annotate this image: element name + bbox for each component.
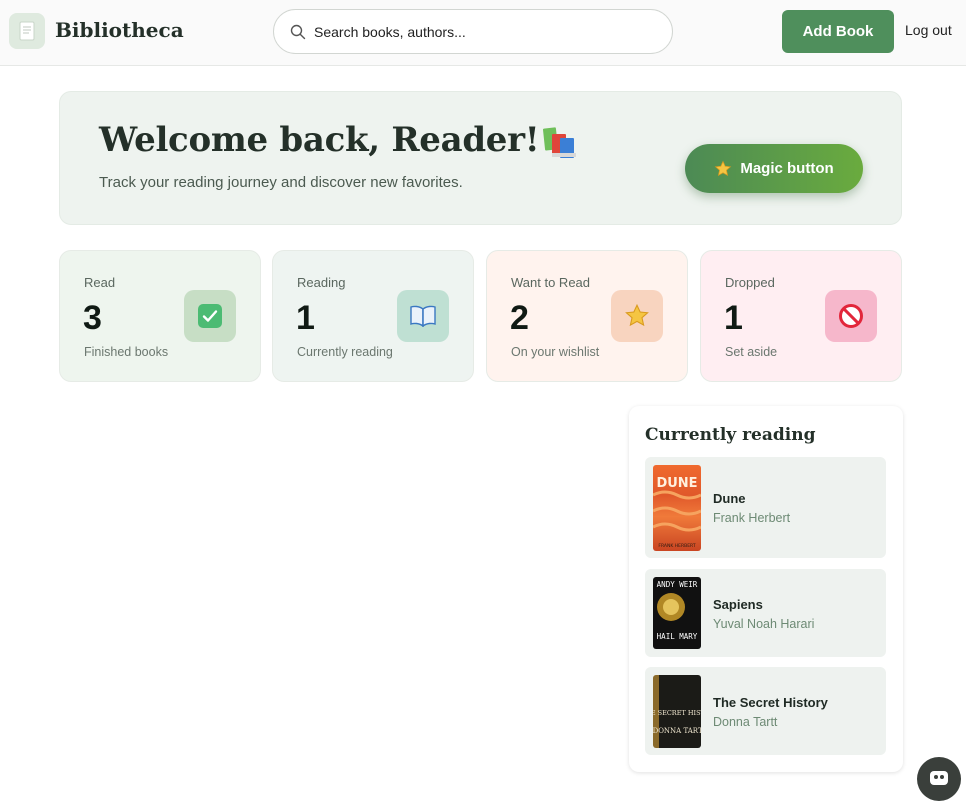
app-title[interactable]: Bibliotheca <box>55 18 184 42</box>
stat-caption: On your wishlist <box>511 345 600 359</box>
stat-card-read[interactable]: Read 3 Finished books <box>59 250 261 382</box>
stat-card-want-to-read[interactable]: Want to Read 2 On your wishlist <box>486 250 688 382</box>
stat-caption: Finished books <box>84 345 169 359</box>
books-icon <box>542 127 576 158</box>
stat-value: 1 <box>296 299 315 337</box>
logo-icon[interactable] <box>9 13 45 49</box>
search-bar[interactable] <box>273 9 673 54</box>
book-cover: THE SECRET HISTORY DONNA TARTT <box>653 675 701 748</box>
cover-title: THE SECRET HISTORY <box>653 709 701 717</box>
chatbot-icon <box>930 771 948 785</box>
logout-link[interactable]: Log out <box>905 22 952 38</box>
stat-label: Dropped <box>725 275 775 290</box>
book-author: Frank Herbert <box>713 511 791 525</box>
stat-caption: Currently reading <box>297 345 393 359</box>
magic-button-label: Magic button <box>740 160 834 177</box>
stat-label: Reading <box>297 275 346 290</box>
stat-label: Read <box>84 275 116 290</box>
cover-author: ANDY WEIR <box>657 580 698 589</box>
add-book-button[interactable]: Add Book <box>782 10 894 53</box>
cover-author: DONNA TARTT <box>653 727 701 735</box>
book-cover: DUNE FRANK HERBERT <box>653 465 701 551</box>
welcome-subtitle: Track your reading journey and discover … <box>99 174 463 191</box>
book-title: The Secret History <box>713 695 828 710</box>
prohibited-icon <box>825 290 877 342</box>
book-item-sapiens[interactable]: ANDY WEIR HAIL MARY Sapiens Yuval Noah H… <box>645 569 886 657</box>
book-author: Yuval Noah Harari <box>713 617 815 631</box>
stat-label: Want to Read <box>511 275 591 290</box>
open-book-icon <box>397 290 449 342</box>
cover-title: HAIL MARY <box>657 632 698 641</box>
star-icon <box>715 160 732 176</box>
book-author: Donna Tartt <box>713 715 778 729</box>
book-title: Sapiens <box>713 597 763 612</box>
stat-card-dropped[interactable]: Dropped 1 Set aside <box>700 250 902 382</box>
panel-title: Currently reading <box>645 425 816 445</box>
book-title: Dune <box>713 491 746 506</box>
check-icon <box>184 290 236 342</box>
welcome-title: Welcome back, Reader! <box>99 120 540 160</box>
book-item-secret-history[interactable]: THE SECRET HISTORY DONNA TARTT The Secre… <box>645 667 886 755</box>
welcome-banner: Welcome back, Reader! Track your reading… <box>59 91 902 225</box>
search-icon <box>290 24 306 40</box>
stat-card-reading[interactable]: Reading 1 Currently reading <box>272 250 474 382</box>
stat-caption: Set aside <box>725 345 778 359</box>
star-icon <box>611 290 663 342</box>
magic-button[interactable]: Magic button <box>685 144 863 193</box>
cover-author: FRANK HERBERT <box>658 543 695 549</box>
stat-value: 2 <box>510 299 529 337</box>
chat-bubble-button[interactable] <box>917 757 961 801</box>
stat-value: 1 <box>724 299 743 337</box>
top-navbar: Bibliotheca Add Book Log out <box>0 0 966 66</box>
search-input[interactable] <box>314 20 654 44</box>
book-cover: ANDY WEIR HAIL MARY <box>653 577 701 649</box>
stat-value: 3 <box>83 299 102 337</box>
book-item-dune[interactable]: DUNE FRANK HERBERT Dune Frank Herbert <box>645 457 886 558</box>
cover-title: DUNE <box>656 476 697 491</box>
currently-reading-panel: Currently reading DUNE FRANK HERBERT Dun… <box>629 406 903 772</box>
